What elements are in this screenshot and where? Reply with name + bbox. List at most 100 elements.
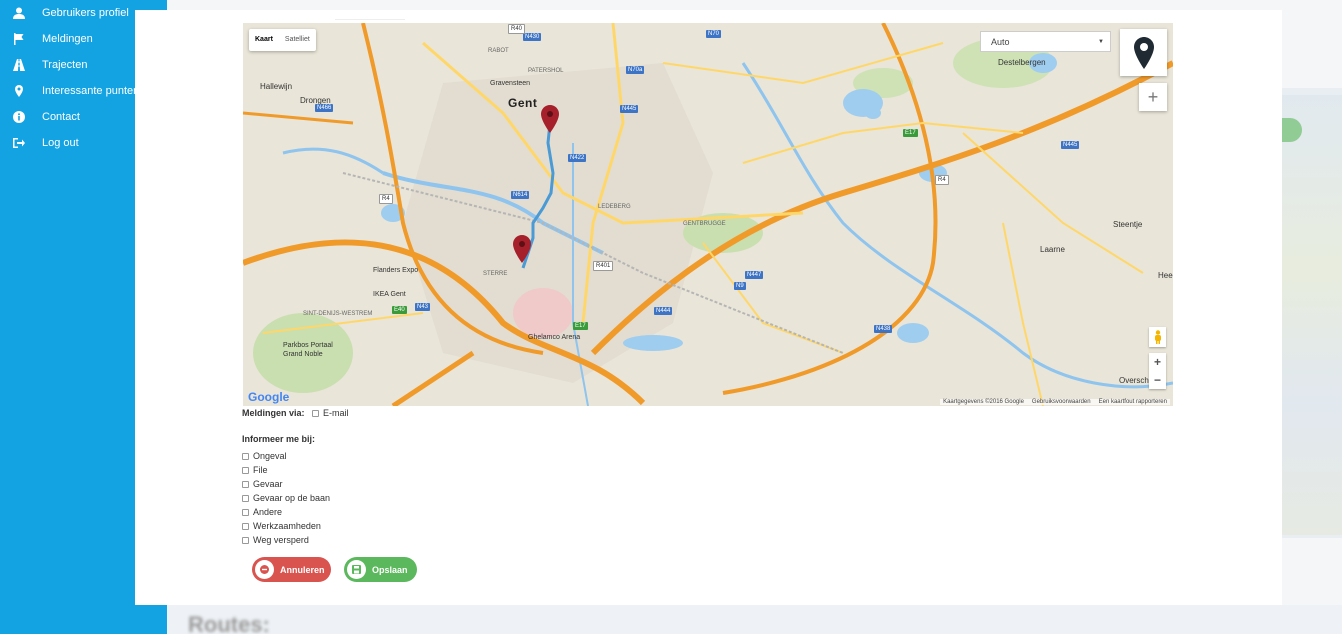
- route-start-marker[interactable]: [541, 105, 559, 133]
- zoom-in-button[interactable]: +: [1149, 353, 1166, 371]
- map-type-tab-map[interactable]: Kaart: [249, 29, 279, 51]
- option-label: Ongeval: [253, 451, 287, 461]
- road-shield: N444: [654, 307, 673, 315]
- checkbox-box[interactable]: [242, 452, 249, 460]
- map-label-rabot: RABOT: [488, 48, 509, 54]
- road-shield: N9: [734, 282, 746, 290]
- option-label: Weg versperd: [253, 535, 309, 545]
- map-label-hee: Hee: [1158, 271, 1173, 280]
- sidebar-item-label: Meldingen: [42, 33, 93, 45]
- map-label-overschelde: Oversch: [1119, 376, 1149, 385]
- map-label-gravensteen: Gravensteen: [490, 80, 531, 87]
- road-shield: R4: [379, 194, 393, 204]
- cancel-button[interactable]: Annuleren: [252, 557, 331, 582]
- sidebar-item-label: Interessante punten: [42, 85, 140, 97]
- info-icon: [12, 110, 26, 124]
- option-ongeval[interactable]: Ongeval: [242, 451, 287, 461]
- option-label: Andere: [253, 507, 283, 517]
- add-marker-button[interactable]: [1120, 29, 1167, 76]
- sidebar-item-label: Contact: [42, 111, 80, 123]
- checkbox-box[interactable]: [242, 522, 249, 530]
- save-button[interactable]: Opslaan: [344, 557, 417, 582]
- map-label-sterre: STERRE: [483, 271, 508, 277]
- road-shield: R40: [508, 24, 526, 34]
- terms-link[interactable]: Gebruiksvoorwaarden: [1032, 399, 1091, 405]
- marker-icon: [1133, 36, 1154, 69]
- travel-mode-select[interactable]: Auto ▼: [980, 31, 1111, 52]
- road-shield: N445: [620, 105, 639, 113]
- option-werkzaamheden[interactable]: Werkzaamheden: [242, 521, 321, 531]
- option-gevaar[interactable]: Gevaar: [242, 479, 283, 489]
- road-shield: N430: [523, 33, 542, 41]
- checkbox-box[interactable]: [242, 494, 249, 502]
- road-shield: N43: [415, 303, 431, 311]
- map-label-patershol: PATERSHOL: [528, 68, 564, 74]
- background-map-strip: [1282, 95, 1342, 535]
- plus-icon: +: [1147, 86, 1159, 107]
- road-shield: R4: [935, 175, 949, 185]
- option-gevaar-op-de-baan[interactable]: Gevaar op de baan: [242, 493, 330, 503]
- map-label-ledeberg: LEDEBERG: [598, 204, 631, 210]
- email-checkbox-label: E-mail: [323, 408, 349, 418]
- map-label-gent: Gent: [508, 96, 538, 110]
- pegman-icon: [1154, 330, 1161, 344]
- sidebar-item-label: Trajecten: [42, 59, 88, 71]
- option-andere[interactable]: Andere: [242, 507, 282, 517]
- modal-divider: [335, 10, 405, 20]
- notify-via-label: Meldingen via:: [242, 408, 305, 418]
- map-type-tab-satellite[interactable]: Satelliet: [279, 29, 316, 51]
- drawing-tool-button[interactable]: +: [1139, 83, 1167, 111]
- road-shield: N70: [706, 30, 722, 38]
- map-label-hallewijn: Hallewijn: [260, 82, 293, 91]
- checkbox-box[interactable]: [312, 409, 319, 417]
- route-end-marker[interactable]: [513, 235, 531, 263]
- save-button-label: Opslaan: [372, 564, 408, 575]
- google-logo: Google: [248, 390, 290, 404]
- road-shield: N466: [315, 104, 334, 112]
- map-label-laarne: Laarne: [1040, 245, 1065, 254]
- option-file[interactable]: File: [242, 465, 268, 475]
- option-label: File: [253, 465, 268, 475]
- minus-circle-icon: [255, 560, 274, 579]
- sign-out-icon: [12, 136, 26, 150]
- checkbox-box[interactable]: [242, 480, 249, 488]
- report-error-link[interactable]: Een kaartfout rapporteren: [1099, 399, 1167, 405]
- map-label-flanders-expo: Flanders Expo: [373, 267, 419, 274]
- inform-label: Informeer me bij:: [242, 434, 316, 444]
- road-shield: N422: [568, 154, 587, 162]
- map-label-sint-denijs: SINT-DENIJS-WESTREM: [303, 311, 373, 317]
- route-map[interactable]: Gent Destelbergen Drongen Hallewijn Grav…: [243, 23, 1173, 406]
- map-marker-icon: [12, 84, 26, 98]
- road-shield: N70a: [626, 66, 645, 74]
- checkbox-box[interactable]: [242, 466, 249, 474]
- road-icon: [12, 58, 26, 72]
- cancel-button-label: Annuleren: [280, 564, 325, 575]
- option-label: Gevaar: [253, 479, 283, 489]
- chevron-down-icon: ▼: [1098, 39, 1104, 45]
- road-shield: E17: [903, 129, 918, 137]
- map-attribution: Kaartgegevens ©2016 Google Gebruiksvoorw…: [940, 399, 1170, 405]
- street-view-pegman[interactable]: [1149, 327, 1166, 347]
- road-shield: N447: [745, 271, 764, 279]
- checkbox-box[interactable]: [242, 536, 249, 544]
- routes-heading: Routes:: [188, 612, 270, 634]
- road-shield: N445: [1061, 141, 1080, 149]
- background-section: [167, 605, 1342, 634]
- flag-icon: [12, 32, 26, 46]
- email-checkbox[interactable]: E-mail: [312, 408, 349, 418]
- user-icon: [12, 6, 26, 20]
- map-canvas: [243, 23, 1173, 406]
- sidebar-item-label: Log out: [42, 137, 79, 149]
- road-shield: R401: [593, 261, 614, 271]
- map-label-steentje: Steentje: [1113, 220, 1143, 229]
- checkbox-box[interactable]: [242, 508, 249, 516]
- floppy-disk-icon: [347, 560, 366, 579]
- map-label-destelbergen: Destelbergen: [998, 58, 1046, 67]
- zoom-out-button[interactable]: −: [1149, 371, 1166, 389]
- road-shield: E17: [573, 322, 588, 330]
- option-weg-versperd[interactable]: Weg versperd: [242, 535, 309, 545]
- map-label-ikea: IKEA Gent: [373, 291, 406, 298]
- road-shield: E40: [392, 306, 407, 314]
- zoom-control: + −: [1149, 353, 1166, 389]
- map-data-credit: Kaartgegevens ©2016 Google: [943, 399, 1024, 405]
